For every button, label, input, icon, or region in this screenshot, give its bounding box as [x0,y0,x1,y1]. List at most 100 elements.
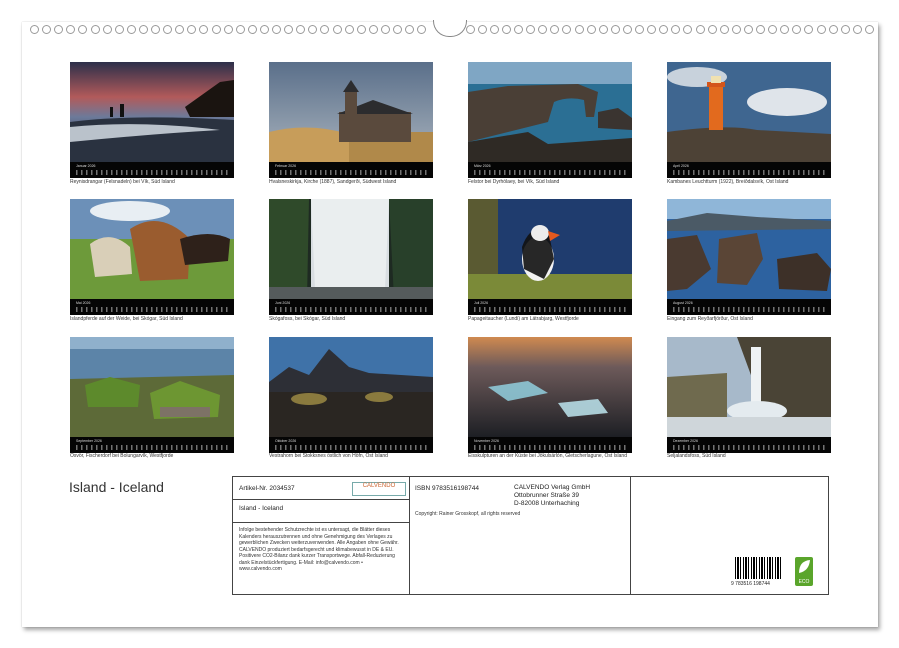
binding-ring [744,25,753,34]
month-label: Mai 2026 [76,301,90,305]
binding-ring [611,25,620,34]
binding-ring [575,25,584,34]
barcode-number: 9 783516 198744 [731,581,770,587]
binding-ring [865,25,874,34]
binding-ring [151,25,160,34]
binding-ring [490,25,499,34]
photo-caption: Papageitaucher (Lundi) am Látrabjarg, We… [468,316,638,322]
binding-ring [405,25,414,34]
binding-ring [587,25,596,34]
photo-caption: Kambanes Leuchtturm (1922), Breiðdalsvík… [667,179,837,185]
binding-ring [599,25,608,34]
photo-august: August 2026 [667,199,831,315]
binding-ring [236,25,245,34]
image-osvor [70,337,234,437]
binding-ring [817,25,826,34]
image-skogafoss [269,199,433,299]
photo-november: November 2026 [468,337,632,453]
binding-ring [659,25,668,34]
binding-ring [127,25,136,34]
binding-ring [478,25,487,34]
binding-ring [417,25,426,34]
binding-ring [320,25,329,34]
binding-ring [296,25,305,34]
photo-january: Januar 2026 [70,62,234,178]
image-horses [70,199,234,299]
info-column-article: Artikel-Nr. 2034537 CALVENDO Island - Ic… [233,477,410,594]
binding-ring [248,25,257,34]
binding-ring [308,25,317,34]
publisher-city: D-82008 Unterhaching [514,500,579,507]
binding-ring [163,25,172,34]
binding-ring [103,25,112,34]
binding-ring [720,25,729,34]
image-church [269,62,433,162]
calvendo-logo: CALVENDO [352,482,406,496]
image-vestrahorn [269,337,433,437]
photo-caption: Ósvör, Fischerdorf bei Bolungarvík, West… [70,453,240,459]
binding-ring [54,25,63,34]
month-label: März 2026 [474,164,491,168]
photo-caption: Eisskulpturen an der Küste bei Jökulsárl… [468,453,638,459]
binding-ring [369,25,378,34]
image-ice-sculptures [468,337,632,437]
image-seljalandsfoss [667,337,831,437]
binding-ring [187,25,196,34]
binding-ring [333,25,342,34]
binding-ring [139,25,148,34]
binding-ring [272,25,281,34]
publisher-street: Ottobrunner Straße 39 [514,492,579,499]
image-reydarfjordur [667,199,831,299]
binding-ring [78,25,87,34]
article-number: Artikel-Nr. 2034537 [239,485,295,492]
binding-ring [550,25,559,34]
binding-ring [175,25,184,34]
info-table: Artikel-Nr. 2034537 CALVENDO Island - Ic… [232,476,829,595]
month-label: Oktober 2026 [275,439,296,443]
binding-ring [42,25,51,34]
month-label: April 2026 [673,164,689,168]
month-label: Juli 2026 [474,301,488,305]
binding-ring [91,25,100,34]
photo-caption: Reynisdrangar (Felsnadeln) bei Vík, Süd … [70,179,240,185]
binding-ring [829,25,838,34]
month-label: September 2026 [76,439,102,443]
photo-june: Juni 2026 [269,199,433,315]
binding-ring [696,25,705,34]
image-dyrholaey-arch [468,62,632,162]
binding-ring [562,25,571,34]
binding-ring [115,25,124,34]
binding-ring [841,25,850,34]
photo-caption: Eingang zum Reyðarfjörður, Ost Island [667,316,837,322]
binding-ring [30,25,39,34]
binding-ring [780,25,789,34]
binding-ring [66,25,75,34]
eco-label: ECO [799,579,810,585]
month-label: August 2026 [673,301,693,305]
photo-caption: Felstor bei Dyrhólaey, bei Vík, Süd Isla… [468,179,638,185]
photo-april: April 2026 [667,62,831,178]
photo-caption: Islandpferde auf der Weide, bei Skógar, … [70,316,240,322]
binding-ring [345,25,354,34]
publisher-name: CALVENDO Verlag GmbH [514,484,590,491]
month-label: Januar 2026 [76,164,95,168]
binding-ring [732,25,741,34]
photo-february: Februar 2026 [269,62,433,178]
month-label: November 2026 [474,439,499,443]
calendar-name: Island - Iceland [239,505,283,512]
binding-ring [853,25,862,34]
binding-ring [526,25,535,34]
binding-ring [756,25,765,34]
photo-october: Oktober 2026 [269,337,433,453]
binding-ring [804,25,813,34]
binding-ring [538,25,547,34]
photo-july: Juli 2026 [468,199,632,315]
photo-caption: Vestrahorn bei Stokksnes östlich von Höf… [269,453,439,459]
binding-ring [502,25,511,34]
binding-ring [792,25,801,34]
info-column-publisher: ISBN 9783516198744 CALVENDO Verlag GmbH … [410,477,631,594]
photo-march: März 2026 [468,62,632,178]
binding-ring [466,25,475,34]
eco-leaf-icon: ECO [795,557,813,586]
binding-ring [381,25,390,34]
